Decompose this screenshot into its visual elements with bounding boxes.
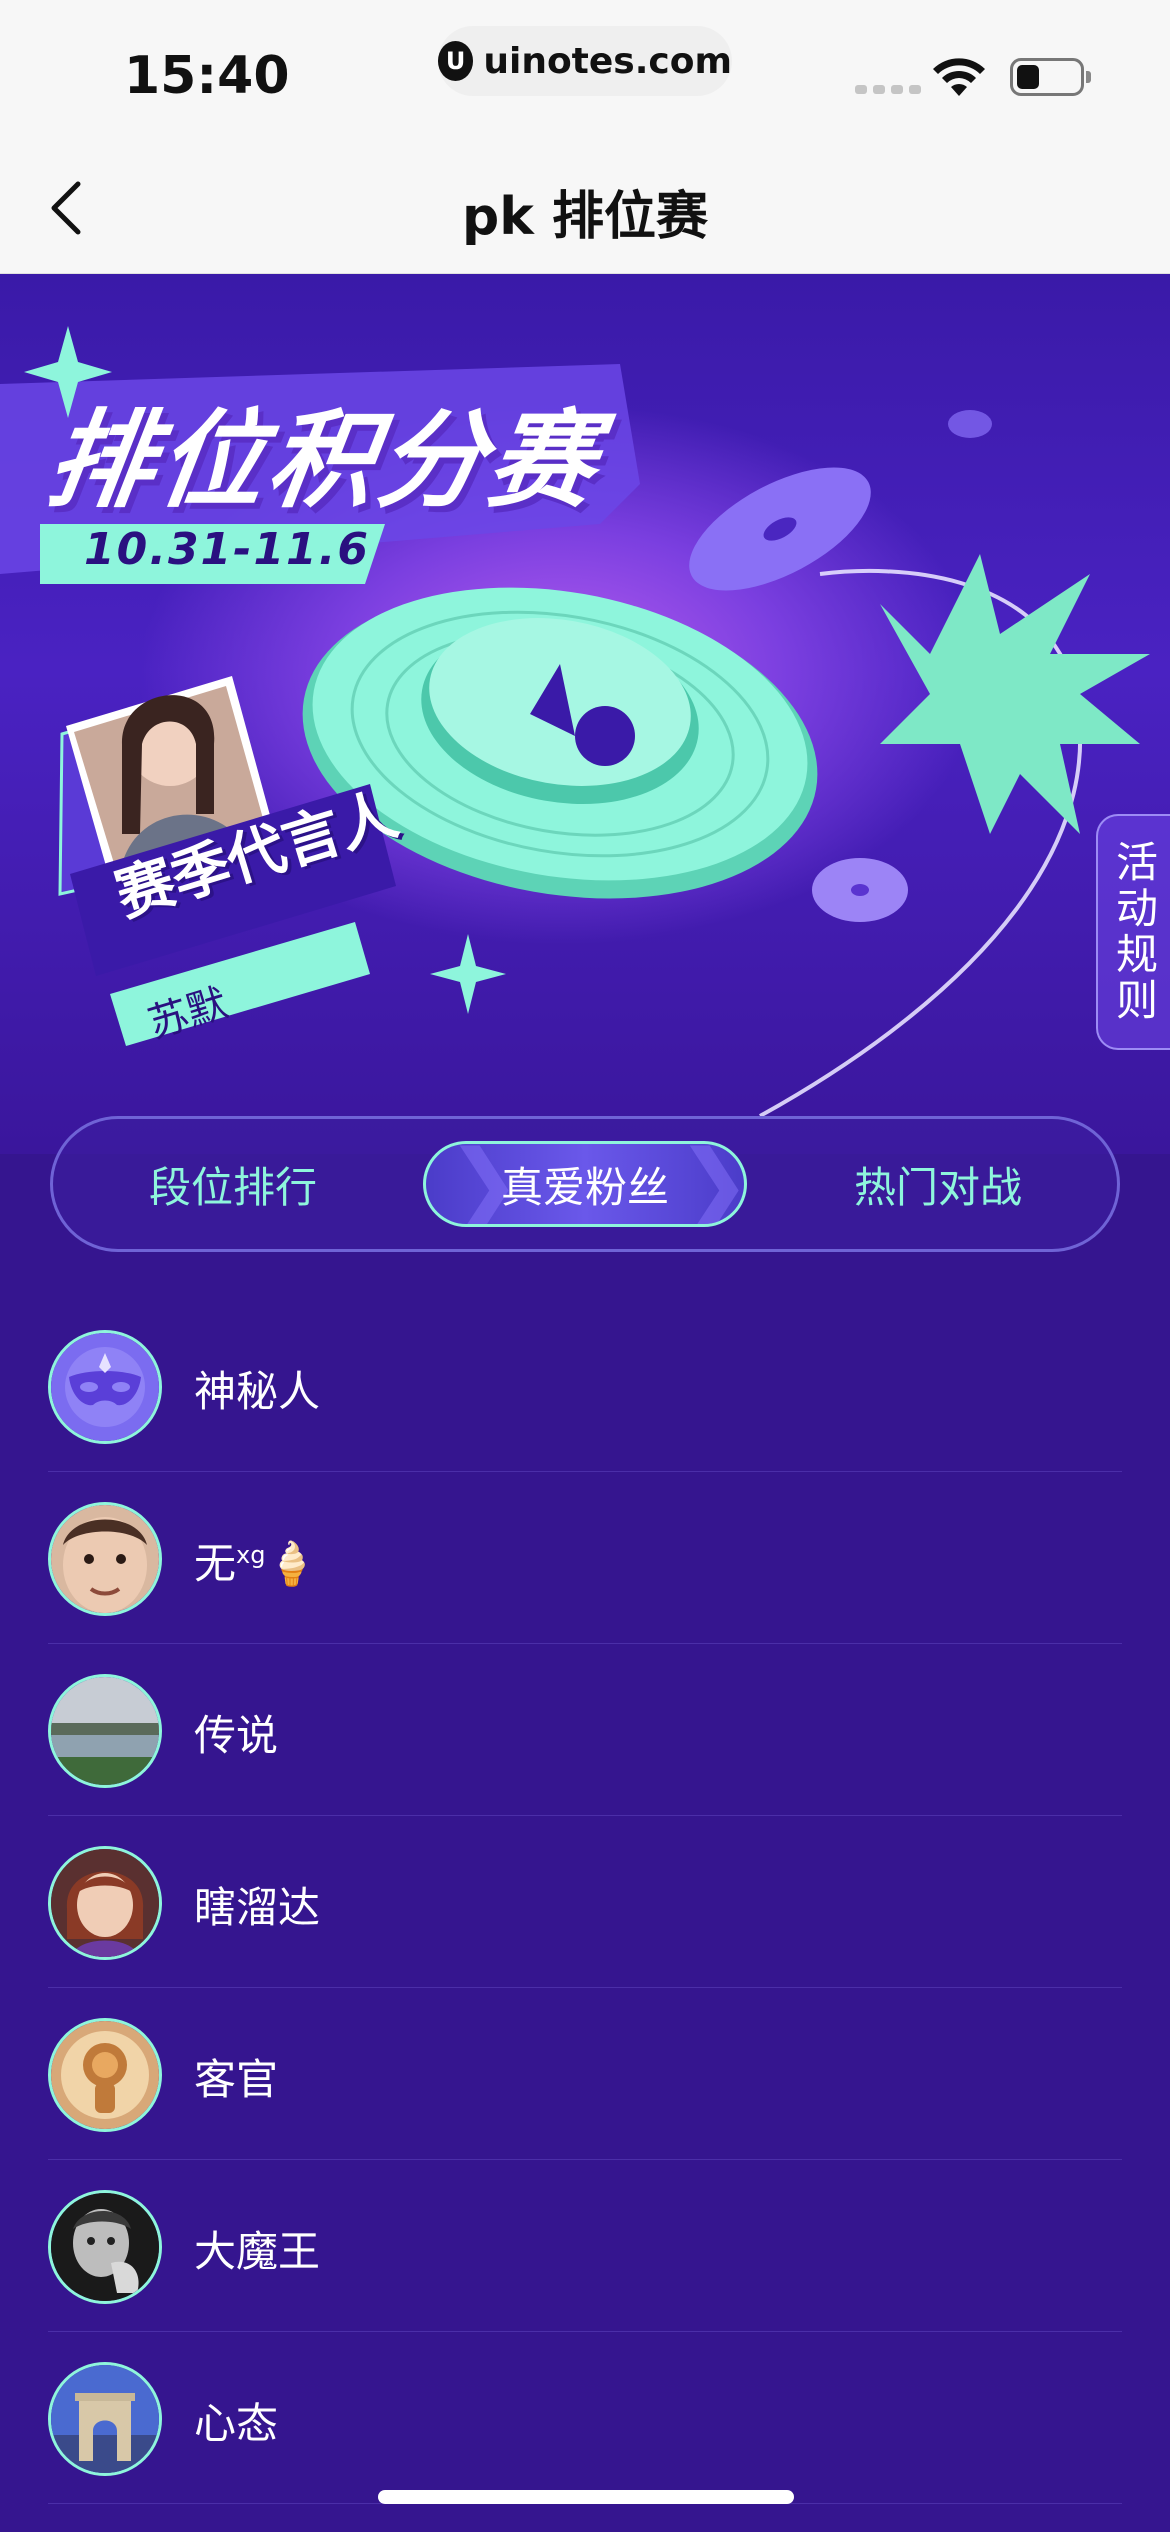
- avatar: [48, 1502, 162, 1616]
- tab-rank-label: 段位排行: [148, 1162, 317, 1212]
- home-indicator[interactable]: [378, 2490, 794, 2504]
- avatar: [48, 2190, 162, 2304]
- tab-hot-label: 热门对战: [853, 1162, 1022, 1212]
- rules-label: 活动规则: [1109, 840, 1159, 1024]
- list-item[interactable]: 瞎溜达: [48, 1816, 1122, 1988]
- wifi-icon: [933, 58, 985, 96]
- fan-name: 神秘人: [194, 1367, 321, 1416]
- list-item[interactable]: 客官: [48, 1988, 1122, 2160]
- list-item[interactable]: 大魔王: [48, 2160, 1122, 2332]
- fan-list: 神秘人 无xg🍦 传说 瞎溜达 客官 大魔王 心态: [0, 1300, 1170, 2504]
- event-banner: 排位积分赛 10.31-11.6 赛季代言人 苏默 活动规则: [0, 274, 1170, 1154]
- battery-icon: [1010, 58, 1091, 96]
- list-item[interactable]: 传说: [48, 1644, 1122, 1816]
- nav-bar: pk 排位赛: [0, 140, 1170, 274]
- tab-rank[interactable]: 段位排行: [63, 1119, 403, 1249]
- tab-fans-label: 真爱粉丝: [500, 1162, 669, 1212]
- banner-date: 10.31-11.6: [84, 524, 370, 575]
- site-logo-icon: U: [438, 41, 474, 81]
- avatar: [48, 1330, 162, 1444]
- fan-name: 无xg🍦: [194, 1539, 318, 1588]
- ice-cream-icon: 🍦: [265, 1539, 318, 1588]
- page-title: pk 排位赛: [462, 187, 708, 247]
- tab-fans[interactable]: ❯ ❯ 真爱粉丝: [423, 1141, 747, 1227]
- fan-name: 心态: [194, 2399, 279, 2448]
- fan-name: 瞎溜达: [194, 1883, 321, 1932]
- fan-name: 大魔王: [194, 2227, 321, 2276]
- signal-icon: [855, 85, 921, 94]
- avatar: [48, 1846, 162, 1960]
- url-pill[interactable]: U uinotes.com: [438, 26, 732, 96]
- avatar: [48, 2362, 162, 2476]
- url-text: uinotes.com: [483, 40, 732, 82]
- banner-title: 排位积分赛: [40, 399, 608, 522]
- list-item[interactable]: 神秘人: [48, 1300, 1122, 1472]
- avatar: [48, 2018, 162, 2132]
- list-item[interactable]: 心态: [48, 2332, 1122, 2504]
- list-item[interactable]: 无xg🍦: [48, 1472, 1122, 1644]
- avatar: [48, 1674, 162, 1788]
- fan-name: 客官: [194, 2055, 279, 2104]
- status-bar: 15:40 U uinotes.com: [0, 0, 1170, 140]
- rules-button[interactable]: 活动规则: [1096, 814, 1170, 1050]
- mystery-mask-icon: [51, 1333, 159, 1441]
- tab-bar: 段位排行 ❯ ❯ 真爱粉丝 热门对战: [50, 1116, 1120, 1252]
- tab-hot[interactable]: 热门对战: [768, 1119, 1108, 1249]
- fan-name: 传说: [194, 1711, 279, 1760]
- chevron-right-icon: ❯: [676, 1141, 747, 1227]
- status-time: 15:40: [124, 46, 290, 106]
